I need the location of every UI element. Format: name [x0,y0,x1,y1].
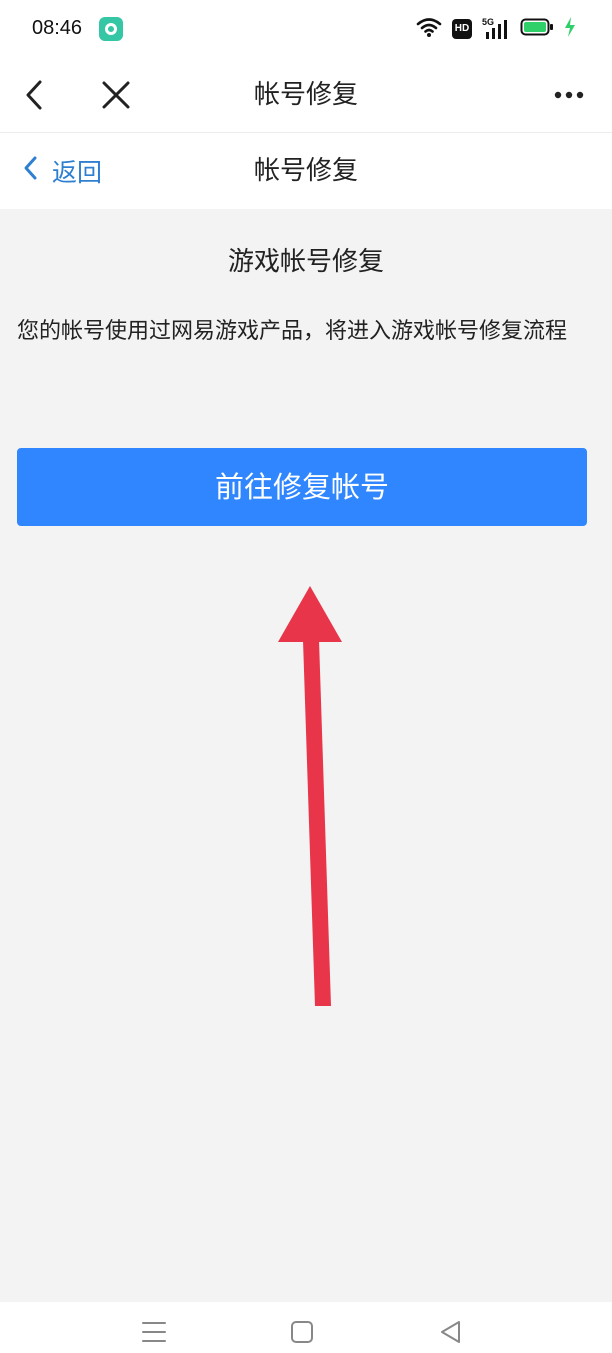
menu-icon[interactable] [141,1320,167,1344]
hd-icon: HD [452,19,472,39]
chat-bubble-icon [99,17,123,41]
sub-nav-bar: 返回 帐号修复 [0,133,612,209]
more-dots-icon[interactable] [554,81,584,109]
system-nav-bar [0,1302,612,1353]
chevron-left-icon[interactable] [18,77,54,113]
section-title: 游戏帐号修复 [227,247,384,277]
nav-bar: 帐号修复 [0,58,612,133]
charging-icon [564,17,576,41]
home-square-icon[interactable] [289,1319,315,1345]
main-content: 游戏帐号修复 您的帐号使用过网易游戏产品，将进入游戏帐号修复流程 前往修复帐号 [0,209,612,1302]
close-icon[interactable] [98,77,134,113]
back-triangle-icon[interactable] [437,1318,465,1346]
status-time: 08:46 [32,17,83,39]
wifi-icon [416,16,442,42]
status-icons: HD 5G [416,15,576,43]
status-bar: 08:46 HD 5G [0,0,612,58]
signal-icon: 5G [482,17,510,40]
go-repair-account-button[interactable]: 前往修复帐号 [17,448,587,526]
battery-icon [520,17,554,41]
page-title: 帐号修复 [253,80,358,110]
red-arrow-up-icon [270,584,350,1014]
sub-page-title: 帐号修复 [253,156,358,186]
description-text: 您的帐号使用过网易游戏产品，将进入游戏帐号修复流程 [17,319,568,344]
